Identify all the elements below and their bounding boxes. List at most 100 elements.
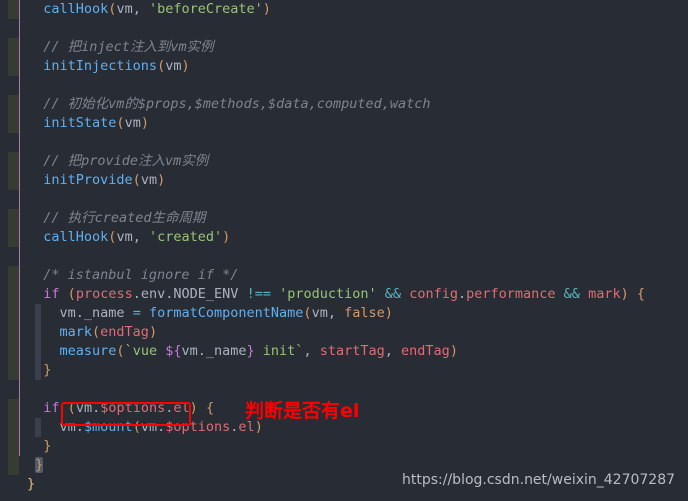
code-token: =	[132, 305, 141, 321]
code-line[interactable]: }	[27, 361, 51, 380]
code-line[interactable]: if (vm.$options.el) {	[27, 399, 214, 418]
code-token: 'beforeCreate'	[148, 1, 263, 17]
code-line[interactable]: // 初始化vm的$props,$methods,$data,computed,…	[27, 95, 431, 114]
code-line[interactable]: initState(vm)	[27, 114, 149, 133]
code-token: // 把inject注入到vm实例	[43, 39, 214, 55]
code-token: 'production'	[279, 286, 377, 302]
code-token: )	[189, 400, 198, 416]
gutter-diff-marker	[8, 38, 19, 76]
code-token: callHook	[43, 1, 109, 17]
code-token: (	[303, 305, 312, 321]
code-line[interactable]: }	[27, 475, 35, 494]
code-editor-screenshot: callHook(vm, 'beforeCreate') // 把inject注…	[0, 0, 688, 501]
code-line[interactable]: callHook(vm, 'beforeCreate')	[27, 0, 271, 19]
code-token: if	[43, 400, 60, 416]
code-token: )	[140, 115, 149, 131]
code-token: }	[43, 362, 52, 378]
gutter-diff-marker	[8, 266, 19, 380]
code-line[interactable]	[27, 247, 43, 266]
code-line[interactable]: callHook(vm, 'created')	[27, 228, 230, 247]
code-token: $options	[165, 419, 231, 435]
code-line[interactable]: initInjections(vm)	[27, 57, 189, 76]
code-line[interactable]: // 把inject注入到vm实例	[27, 38, 214, 57]
code-token: ,	[327, 305, 336, 321]
code-token: {	[205, 400, 215, 416]
code-token: vm	[165, 58, 182, 74]
code-token: init`	[254, 343, 304, 359]
code-token: vm	[59, 419, 76, 435]
code-line[interactable]: mark(endTag)	[27, 323, 158, 342]
code-token: ,	[132, 229, 141, 245]
annotation-note: 判断是否有el	[245, 400, 360, 422]
code-line[interactable]	[27, 19, 43, 38]
code-token: (	[92, 324, 101, 340]
code-line[interactable]: // 执行created生命周期	[27, 209, 205, 228]
code-token: $options	[100, 400, 166, 416]
code-token: &&	[563, 286, 580, 302]
code-line[interactable]	[27, 190, 43, 209]
code-line[interactable]	[27, 133, 43, 152]
code-token: ,	[303, 343, 312, 359]
code-token: /* istanbul ignore if */	[43, 267, 239, 283]
code-token: &&	[384, 286, 402, 302]
code-line[interactable]	[27, 76, 43, 95]
code-line[interactable]: }	[27, 456, 44, 475]
code-token: _name	[83, 305, 125, 321]
code-token: !==	[246, 286, 271, 302]
code-line[interactable]: initProvide(vm)	[27, 171, 165, 190]
code-line[interactable]: vm._name = formatComponentName(vm, false…	[27, 304, 393, 323]
indent-guide-primary	[19, 0, 20, 456]
code-line[interactable]: if (process.env.NODE_ENV !== 'production…	[27, 285, 645, 304]
code-token: mark	[59, 324, 93, 340]
code-line[interactable]	[27, 380, 43, 399]
code-token: (	[116, 115, 125, 131]
code-token: vm	[59, 305, 76, 321]
code-token: // 初始化vm的$props,$methods,$data,computed,…	[43, 96, 431, 112]
code-token: }	[246, 343, 255, 359]
code-line[interactable]: /* istanbul ignore if */	[27, 266, 238, 285]
code-token: )	[157, 172, 166, 188]
code-token: .	[197, 343, 206, 359]
gutter-diff-marker	[8, 152, 19, 190]
code-token: initProvide	[43, 172, 133, 188]
code-line[interactable]: measure(`vue ${vm._name} init`, startTag…	[27, 342, 458, 361]
code-token: (	[67, 286, 76, 302]
code-token: if	[43, 286, 60, 302]
code-token: (	[116, 343, 125, 359]
code-token: )	[384, 305, 393, 321]
code-token: NODE_ENV	[173, 286, 239, 302]
code-line[interactable]: }	[27, 437, 51, 456]
code-token: measure	[59, 343, 117, 359]
code-token: (	[67, 400, 76, 416]
code-line[interactable]: vm.$mount(vm.$options.el)	[27, 418, 263, 437]
code-line[interactable]: // 把provide注入vm实例	[27, 152, 208, 171]
